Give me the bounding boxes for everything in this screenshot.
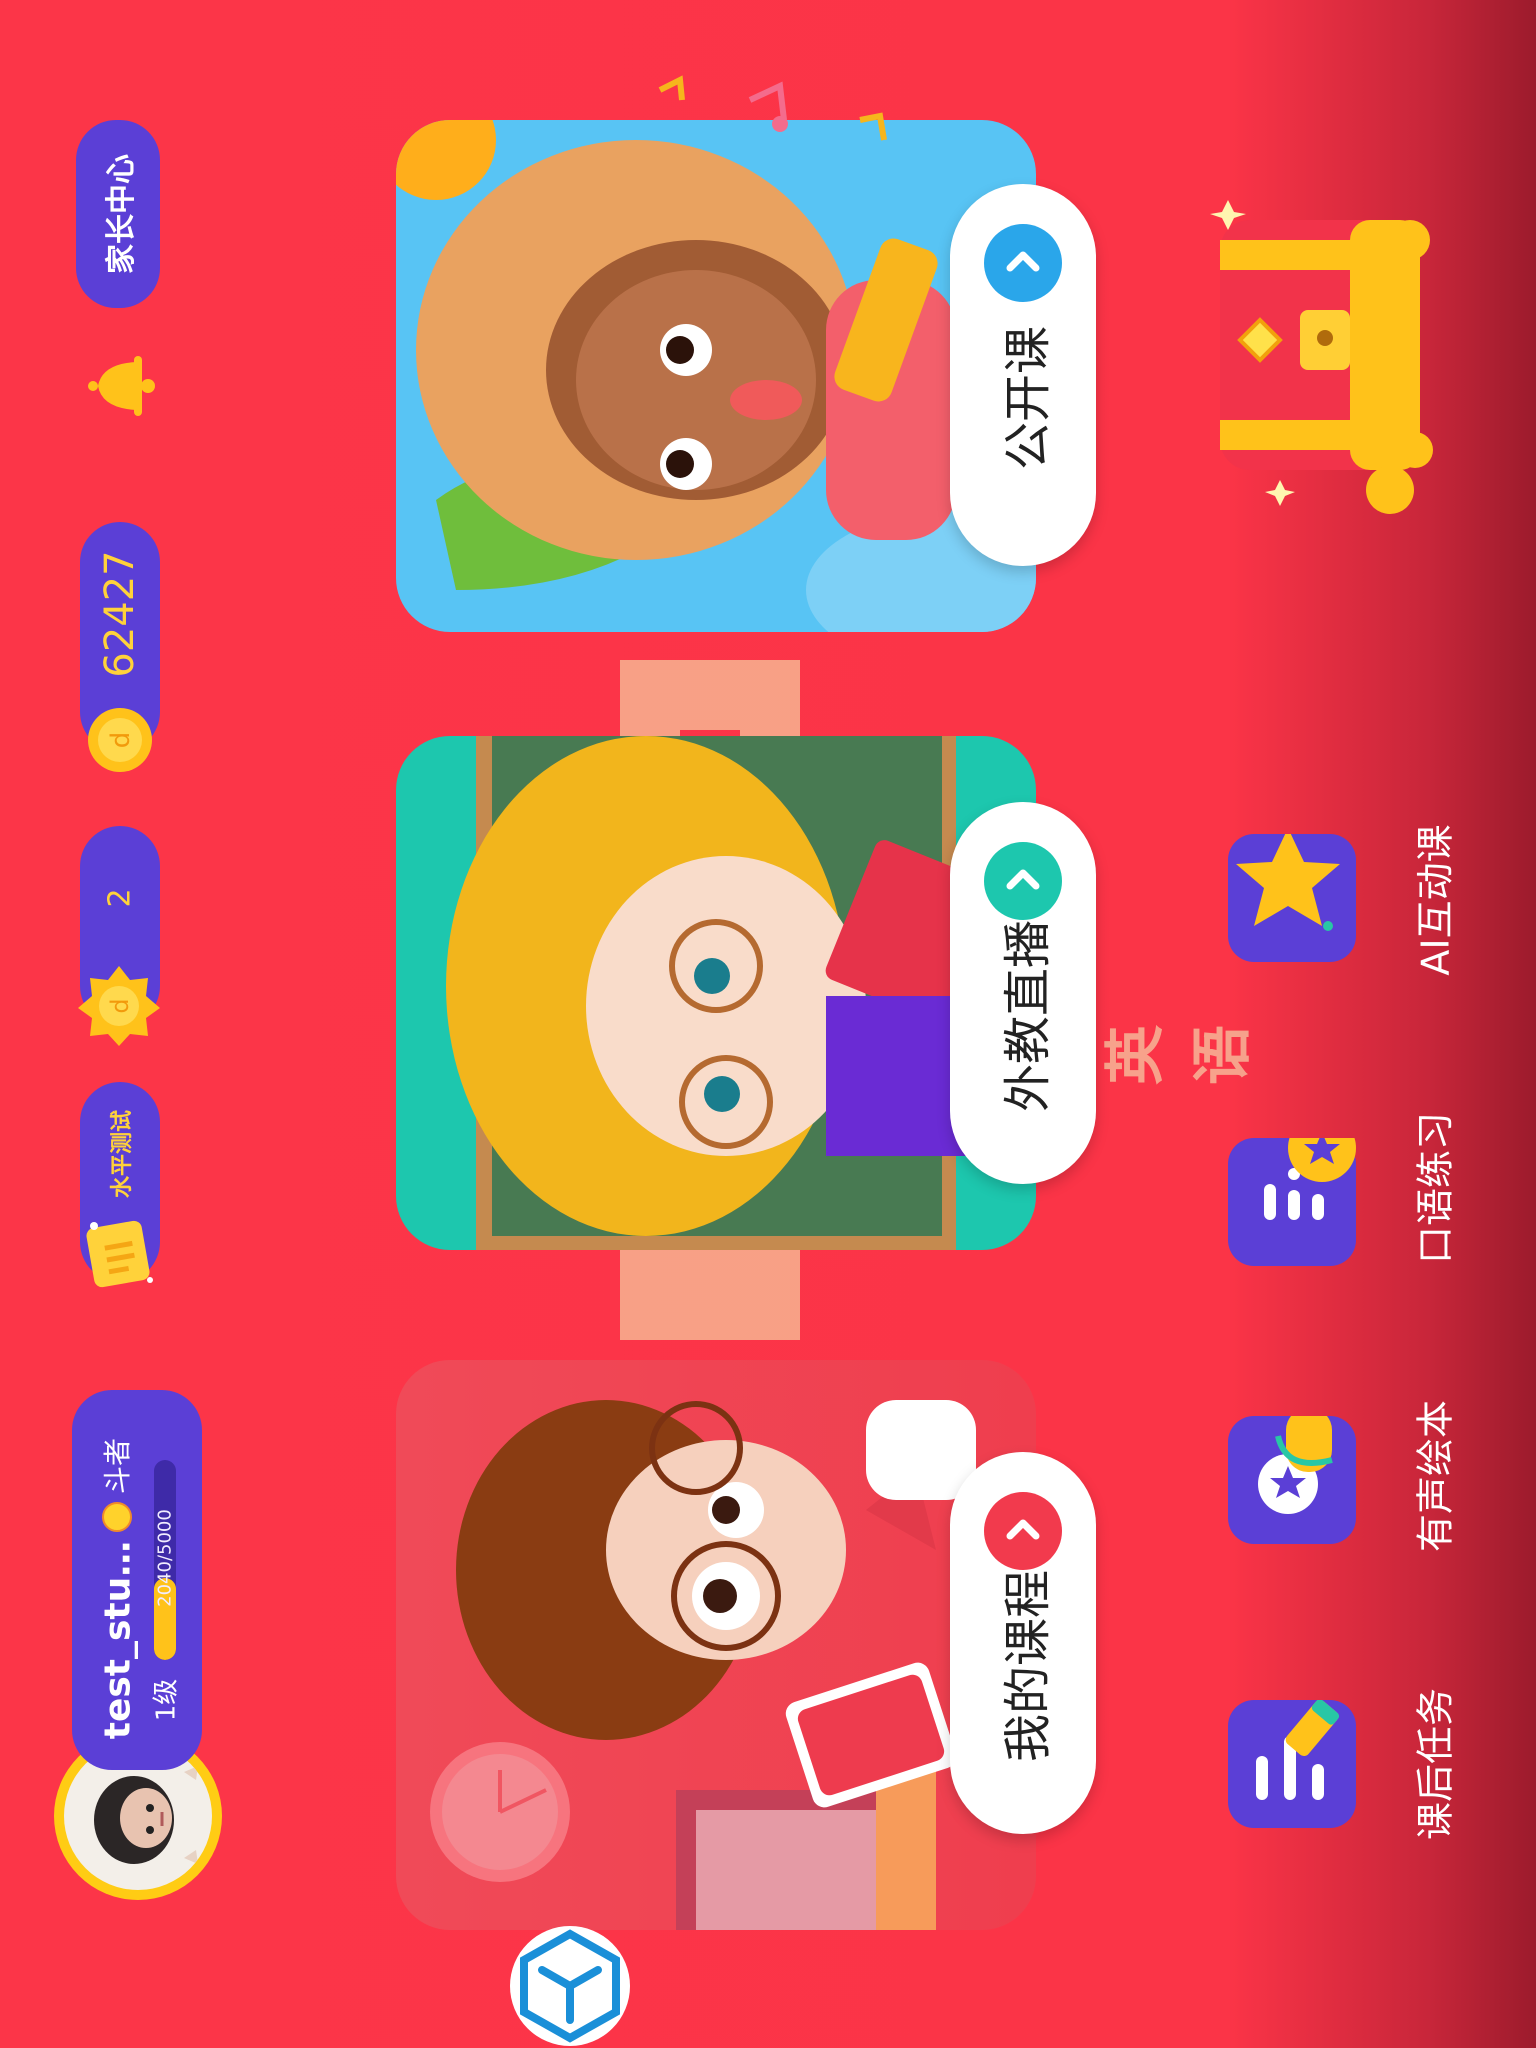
chevron-up-icon (984, 1492, 1062, 1570)
music-notes-decoration (640, 60, 900, 180)
my-courses-card[interactable] (396, 1360, 1036, 1930)
svg-text:d: d (106, 998, 134, 1013)
coin-icon: d (84, 704, 156, 776)
parent-center-label: 家长中心 (104, 154, 139, 274)
chevron-up-icon (984, 224, 1062, 302)
user-info-panel[interactable]: test_stu… 斗者 1级 2040/5000 (72, 1390, 202, 1770)
medal-icon: d (76, 962, 162, 1048)
treasure-chest-icon[interactable] (1200, 180, 1450, 520)
parent-center-button[interactable]: 家长中心 (76, 120, 160, 308)
homework-label[interactable]: 课后任务 (1405, 1688, 1460, 1840)
homework-icon (1228, 1699, 1356, 1828)
my-courses-illustration (430, 1400, 976, 1930)
medal-count: 2 (102, 888, 138, 908)
foreign-teacher-live-button[interactable]: 外教直播 (950, 802, 1096, 1184)
level-test-icon (80, 1210, 160, 1294)
open-class-illustration (396, 120, 1036, 632)
chevron-up-icon (984, 842, 1062, 920)
level-label: 1级 (151, 1678, 182, 1722)
bell-icon[interactable] (80, 346, 160, 426)
xp-text: 2040/5000 (154, 1509, 176, 1607)
rank-badge: 斗者 (100, 1430, 140, 1550)
open-class-button[interactable]: 公开课 (950, 184, 1096, 566)
rank-label: 斗者 (101, 1437, 134, 1495)
open-class-label: 公开课 (1000, 325, 1056, 471)
foreign-teacher-live-card[interactable] (396, 736, 1036, 1250)
home-screen: 专业在线英语 test_stu… 斗者 1级 2040/5000 (0, 0, 1536, 2048)
speaking-practice-label[interactable]: 口语练习 (1405, 1112, 1460, 1264)
my-courses-button[interactable]: 我的课程 (950, 1452, 1096, 1834)
level-test-label: 水平测试 (110, 1109, 135, 1199)
hexagon-logo-icon (510, 1926, 630, 2046)
ai-lesson-label[interactable]: AI互动课 (1405, 824, 1460, 975)
floating-assistant-button[interactable] (508, 1924, 632, 2048)
open-class-card[interactable] (396, 120, 1036, 632)
coin-count: 62427 (97, 550, 143, 678)
speaking-practice-icon (1228, 1114, 1356, 1266)
ai-lesson-icon (1228, 828, 1356, 962)
audiobook-icon (1228, 1408, 1356, 1544)
foreign-teacher-live-label: 外教直播 (1000, 919, 1056, 1113)
my-courses-label: 我的课程 (1000, 1569, 1056, 1763)
audiobook-label[interactable]: 有声绘本 (1405, 1400, 1460, 1552)
foreign-teacher-illustration (446, 736, 997, 1250)
username: test_stu… (97, 1540, 139, 1740)
svg-text:d: d (106, 732, 136, 749)
